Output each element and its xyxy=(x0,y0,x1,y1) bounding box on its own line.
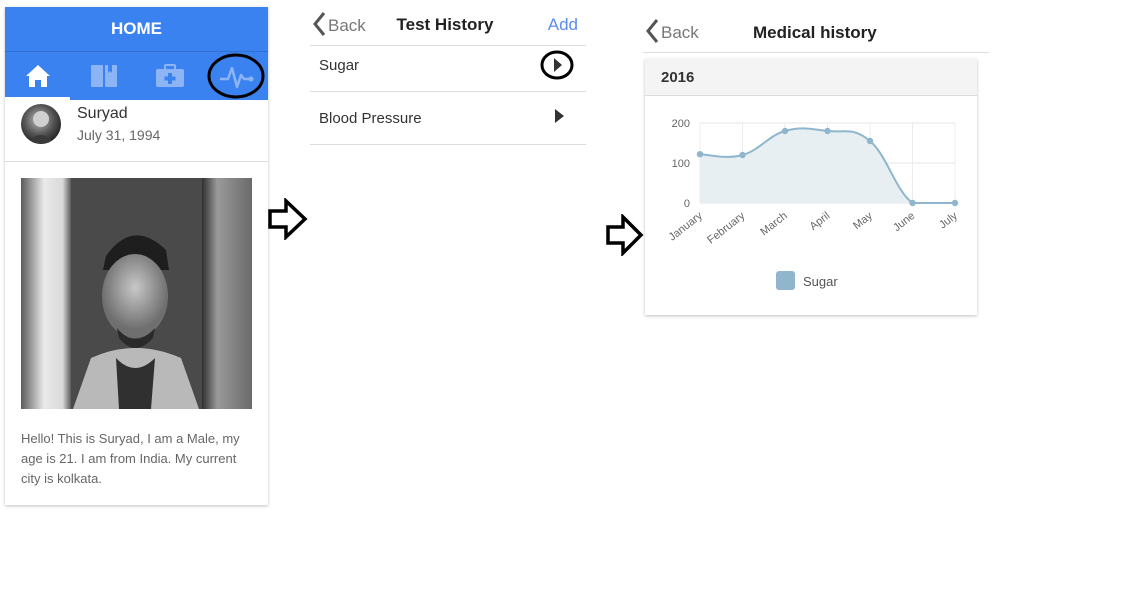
back-button[interactable]: Back xyxy=(645,18,699,48)
profile-name: Suryad xyxy=(77,105,128,122)
sugar-chart: 0 100 200 January February March April May June J… xyxy=(667,118,960,290)
series-area xyxy=(700,128,955,203)
data-point xyxy=(696,151,704,158)
x-tick-label: March xyxy=(758,210,789,238)
chevron-left-icon xyxy=(645,18,659,49)
list-item-label: Blood Pressure xyxy=(319,110,422,127)
x-tick-label: June xyxy=(891,210,917,234)
card-header: 2016 xyxy=(645,59,977,96)
data-point xyxy=(739,151,746,159)
list-item-label: Sugar xyxy=(319,57,360,74)
x-tick-label: April xyxy=(808,210,833,233)
y-tick-label: 100 xyxy=(672,158,690,170)
data-point xyxy=(866,137,874,145)
tab-history[interactable] xyxy=(203,52,268,100)
y-tick-label: 0 xyxy=(684,198,690,210)
medical-history-header: Back Medical history xyxy=(643,9,989,53)
tab-medical[interactable] xyxy=(137,52,202,100)
test-history-header: Back Test History Add xyxy=(310,7,586,46)
legend-swatch xyxy=(776,271,795,290)
profile-photo xyxy=(21,178,252,409)
home-header: HOME xyxy=(5,7,268,51)
book-icon xyxy=(90,64,118,88)
y-tick-label: 200 xyxy=(672,118,690,130)
flow-arrow-icon xyxy=(268,198,308,240)
medical-kit-icon xyxy=(155,64,185,88)
data-point xyxy=(824,127,831,135)
x-tick-label: January xyxy=(667,210,706,244)
chart-card: 2016 0 100 200 January February March April May… xyxy=(645,59,977,315)
tab-home[interactable] xyxy=(5,52,70,100)
x-tick-label: February xyxy=(705,210,747,247)
profile-row[interactable]: Suryad July 31, 1994 xyxy=(5,99,268,162)
data-point xyxy=(951,199,959,207)
play-arrow-icon xyxy=(554,108,566,129)
page-title: Test History xyxy=(396,15,494,34)
x-tick-label: July xyxy=(937,210,960,232)
home-title: HOME xyxy=(111,19,162,38)
tab-bar xyxy=(5,51,268,100)
home-screen: HOME Suryad July 31, 1994 Hello! This is… xyxy=(5,7,268,505)
avatar xyxy=(21,104,61,144)
add-button[interactable]: Add xyxy=(548,15,578,35)
profile-bio: Hello! This is Suryad, I am a Male, my a… xyxy=(21,431,240,486)
x-tick-label: May xyxy=(851,210,875,233)
data-point xyxy=(781,127,789,135)
list-item-blood-pressure[interactable]: Blood Pressure xyxy=(310,92,586,145)
list-item-sugar[interactable]: Sugar xyxy=(310,46,586,92)
home-icon xyxy=(25,64,51,88)
page-title: Medical history xyxy=(753,23,877,42)
tab-book[interactable] xyxy=(71,52,136,100)
legend-label: Sugar xyxy=(803,274,838,289)
play-arrow-icon xyxy=(540,50,574,85)
back-label: Back xyxy=(661,23,699,42)
profile-dob: July 31, 1994 xyxy=(77,127,161,143)
year-label: 2016 xyxy=(661,69,695,86)
data-point xyxy=(909,199,916,207)
heartbeat-icon xyxy=(206,53,266,99)
flow-arrow-icon xyxy=(606,214,644,256)
